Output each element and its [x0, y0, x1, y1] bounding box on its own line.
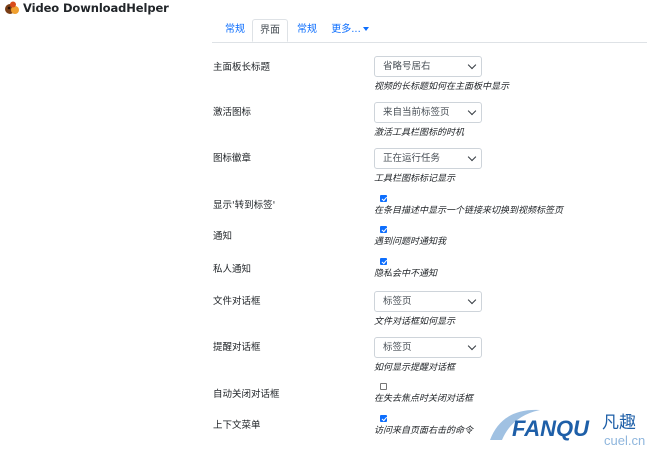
tab-more[interactable]: 更多...	[330, 19, 370, 41]
tab-general[interactable]: 常规	[220, 19, 250, 41]
tab-interface[interactable]: 界面	[252, 19, 288, 42]
context-menu-label: 上下文菜单	[213, 420, 261, 431]
icon-badge-select[interactable]: 正在运行任务	[374, 148, 482, 169]
file-dialog-select[interactable]: 标签页	[374, 291, 482, 312]
activate-icon-value: 来自当前标签页	[383, 107, 450, 118]
context-menu-help: 访问来自页面右击的命令	[374, 426, 474, 436]
app-header: Video DownloadHelper	[0, 0, 647, 18]
chevron-down-icon	[467, 341, 477, 351]
alert-dialog-help: 如何显示提醒对话框	[374, 363, 456, 373]
icon-badge-value: 正在运行任务	[383, 153, 441, 164]
app-logo-icon	[5, 1, 19, 14]
file-dialog-help: 文件对话框如何显示	[374, 317, 456, 327]
activate-icon-label: 激活图标	[213, 107, 252, 118]
chevron-down-icon	[467, 295, 477, 305]
title-position-select[interactable]: 省略号居右	[374, 56, 482, 77]
watermark-domain: cuel.cn	[604, 433, 645, 448]
private-notifications-label: 私人通知	[213, 264, 252, 275]
icon-badge-help: 工具栏图标标记显示	[374, 174, 456, 184]
chevron-down-icon	[467, 60, 477, 70]
title-position-label: 主面板长标题	[213, 62, 271, 73]
file-dialog-value: 标签页	[383, 296, 412, 307]
chevron-down-icon	[467, 152, 477, 162]
show-goto-tab-checkbox[interactable]	[380, 195, 387, 202]
private-notifications-help: 隐私会中不通知	[374, 269, 438, 279]
watermark-brand: FANQU	[512, 416, 590, 441]
context-menu-checkbox[interactable]	[380, 415, 387, 422]
fanqu-watermark-logo: FANQU 凡趣 cuel.cn	[490, 409, 645, 448]
notifications-help: 遇到问题时通知我	[374, 237, 447, 247]
chevron-down-icon	[467, 106, 477, 116]
icon-badge-label: 图标徽章	[213, 153, 252, 164]
title-position-help: 视频的长标题如何在主面板中显示	[374, 82, 510, 92]
settings-tabs: 常规 界面 常规 更多...	[212, 19, 647, 43]
notifications-label: 通知	[213, 231, 233, 242]
notifications-checkbox[interactable]	[380, 226, 387, 233]
alert-dialog-select[interactable]: 标签页	[374, 337, 482, 358]
show-goto-tab-label: 显示'转到标签'	[213, 200, 276, 211]
auto-close-dialog-label: 自动关闭对话框	[213, 389, 280, 400]
auto-close-dialog-help: 在失去焦点时关闭对话框	[374, 394, 474, 404]
watermark-brand-cn: 凡趣	[602, 413, 636, 433]
alert-dialog-label: 提醒对话框	[213, 342, 261, 353]
chevron-down-icon	[362, 27, 369, 31]
alert-dialog-value: 标签页	[383, 342, 412, 353]
tab-general-2[interactable]: 常规	[292, 19, 322, 41]
auto-close-dialog-checkbox[interactable]	[380, 383, 387, 390]
private-notifications-checkbox[interactable]	[380, 258, 387, 265]
activate-icon-help: 激活工具栏图标的时机	[374, 128, 465, 138]
title-position-value: 省略号居右	[383, 61, 431, 72]
activate-icon-select[interactable]: 来自当前标签页	[374, 102, 482, 123]
app-title: Video DownloadHelper	[23, 1, 169, 15]
file-dialog-label: 文件对话框	[213, 296, 261, 307]
tab-more-label: 更多...	[331, 24, 361, 35]
show-goto-tab-help: 在条目描述中显示一个链接来切换到视频标签页	[374, 206, 564, 216]
